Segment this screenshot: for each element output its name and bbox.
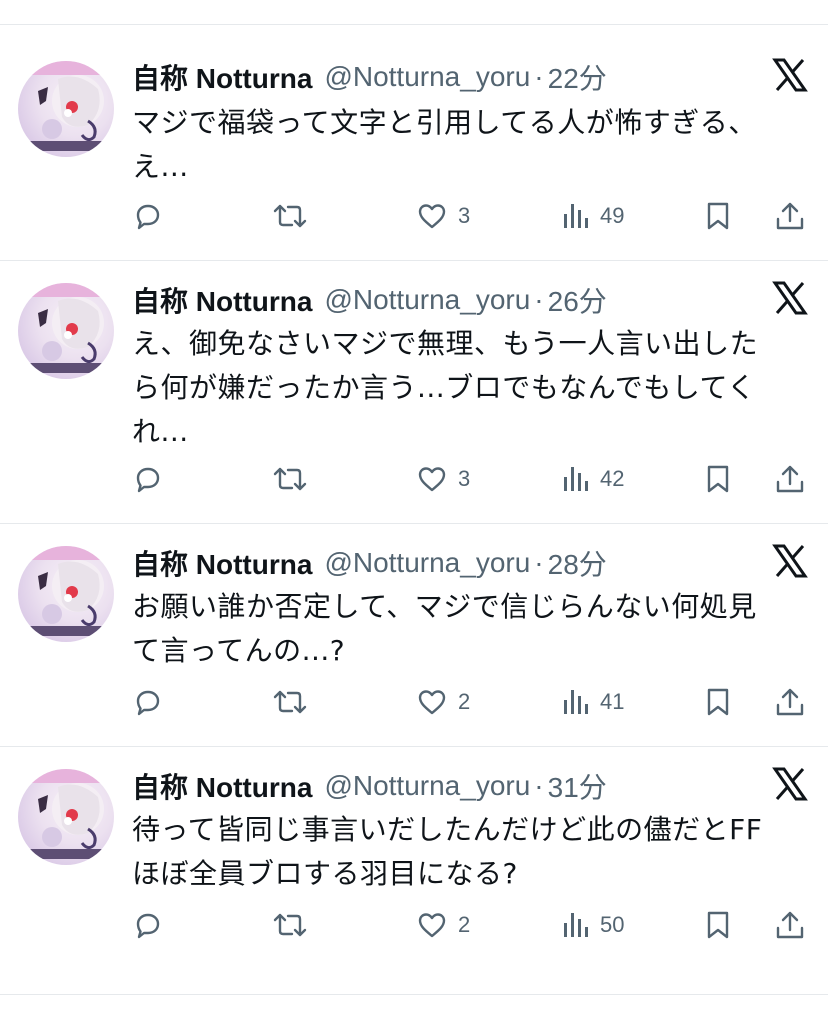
tweet[interactable]: 自称 Notturna @Notturna_yoru · 22分 マジで福袋って… [0, 25, 828, 261]
tweet-text: 待って皆同じ事言いだしたんだけど此の儘だとFF ほぼ全員ブロする羽目になる? [132, 813, 763, 890]
display-name[interactable]: 自称 Notturna [132, 57, 312, 97]
like-button[interactable]: 2 [416, 682, 470, 722]
share-button[interactable] [774, 196, 806, 236]
views-icon [564, 690, 588, 714]
views-icon [564, 204, 588, 228]
reply-icon [136, 467, 160, 493]
view-count: 42 [600, 466, 625, 491]
separator-dot: · [534, 770, 544, 801]
user-handle[interactable]: @Notturna_yoru [324, 770, 530, 802]
tweet-feed: 自称 Notturna @Notturna_yoru · 22分 マジで福袋って… [0, 25, 828, 995]
views-button[interactable]: 50 [562, 905, 624, 945]
timestamp[interactable]: 31分 [548, 766, 607, 806]
tweet-header: 自称 Notturna @Notturna_yoru · 31分 [132, 766, 808, 806]
avatar[interactable] [18, 61, 114, 157]
like-button[interactable]: 2 [416, 905, 470, 945]
reply-icon [136, 204, 160, 230]
tweet-header: 自称 Notturna @Notturna_yoru · 28分 [132, 543, 808, 583]
action-bar: 2 41 [132, 682, 808, 722]
bookmark-button[interactable] [704, 196, 732, 236]
tweet-header: 自称 Notturna @Notturna_yoru · 22分 [132, 57, 808, 97]
like-button[interactable]: 3 [416, 459, 470, 499]
heart-icon [418, 467, 446, 492]
reply-button[interactable] [132, 905, 164, 945]
timestamp[interactable]: 22分 [548, 57, 607, 97]
retweet-icon [273, 913, 307, 937]
user-handle[interactable]: @Notturna_yoru [324, 61, 530, 93]
display-name[interactable]: 自称 Notturna [132, 543, 312, 583]
views-button[interactable]: 41 [562, 682, 624, 722]
view-count: 50 [600, 912, 625, 937]
views-icon [564, 913, 588, 937]
share-button[interactable] [774, 682, 806, 722]
like-count: 3 [458, 203, 471, 228]
bookmark-button[interactable] [704, 905, 732, 945]
display-name[interactable]: 自称 Notturna [132, 280, 312, 320]
separator-dot: · [534, 61, 544, 92]
avatar[interactable] [18, 283, 114, 379]
heart-icon [418, 204, 446, 229]
user-handle[interactable]: @Notturna_yoru [324, 284, 530, 316]
share-button[interactable] [774, 905, 806, 945]
share-icon [776, 202, 804, 230]
x-logo-icon [772, 766, 808, 802]
retweet-button[interactable] [272, 196, 308, 236]
tweet-text: え、御免なさいマジで無理、もう一人言い出した ら何が嫌だったか言う...ブロでも… [132, 327, 759, 448]
tweet-header: 自称 Notturna @Notturna_yoru · 26分 [132, 280, 808, 320]
view-count: 49 [600, 203, 625, 228]
display-name[interactable]: 自称 Notturna [132, 766, 312, 806]
share-icon [776, 688, 804, 716]
timestamp[interactable]: 28分 [548, 543, 607, 583]
retweet-button[interactable] [272, 905, 308, 945]
bookmark-button[interactable] [704, 459, 732, 499]
bookmark-icon [707, 688, 729, 716]
separator-dot: · [534, 284, 544, 315]
reply-icon [136, 913, 160, 939]
retweet-icon [273, 467, 307, 491]
timestamp[interactable]: 26分 [548, 280, 607, 320]
share-icon [776, 911, 804, 939]
like-count: 2 [458, 689, 471, 714]
tweet-text: お願い誰か否定して、マジで信じらんない何処見 て言ってんの...? [132, 590, 757, 667]
tweet[interactable]: 自称 Notturna @Notturna_yoru · 31分 待って皆同じ事… [0, 747, 828, 995]
action-bar: 2 50 [132, 905, 808, 945]
x-logo-icon [772, 543, 808, 579]
reply-button[interactable] [132, 196, 164, 236]
view-count: 41 [600, 689, 625, 714]
separator-dot: · [534, 547, 544, 578]
retweet-icon [273, 204, 307, 228]
like-count: 3 [458, 466, 471, 491]
views-icon [564, 467, 588, 491]
user-handle[interactable]: @Notturna_yoru [324, 547, 530, 579]
bookmark-icon [707, 465, 729, 493]
heart-icon [418, 913, 446, 938]
retweet-button[interactable] [272, 682, 308, 722]
reply-icon [136, 690, 160, 716]
bookmark-button[interactable] [704, 682, 732, 722]
reply-button[interactable] [132, 459, 164, 499]
bookmark-icon [707, 202, 729, 230]
action-bar: 3 42 [132, 459, 808, 499]
retweet-icon [273, 690, 307, 714]
share-icon [776, 465, 804, 493]
avatar[interactable] [18, 769, 114, 865]
share-button[interactable] [774, 459, 806, 499]
tweet[interactable]: 自称 Notturna @Notturna_yoru · 28分 お願い誰か否定… [0, 524, 828, 747]
heart-icon [418, 690, 446, 715]
retweet-button[interactable] [272, 459, 308, 499]
like-count: 2 [458, 912, 471, 937]
avatar[interactable] [18, 546, 114, 642]
bookmark-icon [707, 911, 729, 939]
tweet[interactable]: 自称 Notturna @Notturna_yoru · 26分 え、御免なさい… [0, 261, 828, 524]
reply-button[interactable] [132, 682, 164, 722]
tweet-text: マジで福袋って文字と引用してる人が怖すぎる、 え... [132, 106, 757, 183]
x-logo-icon [772, 57, 808, 93]
views-button[interactable]: 49 [562, 196, 624, 236]
action-bar: 3 49 [132, 196, 808, 236]
views-button[interactable]: 42 [562, 459, 624, 499]
like-button[interactable]: 3 [416, 196, 470, 236]
x-logo-icon [772, 280, 808, 316]
